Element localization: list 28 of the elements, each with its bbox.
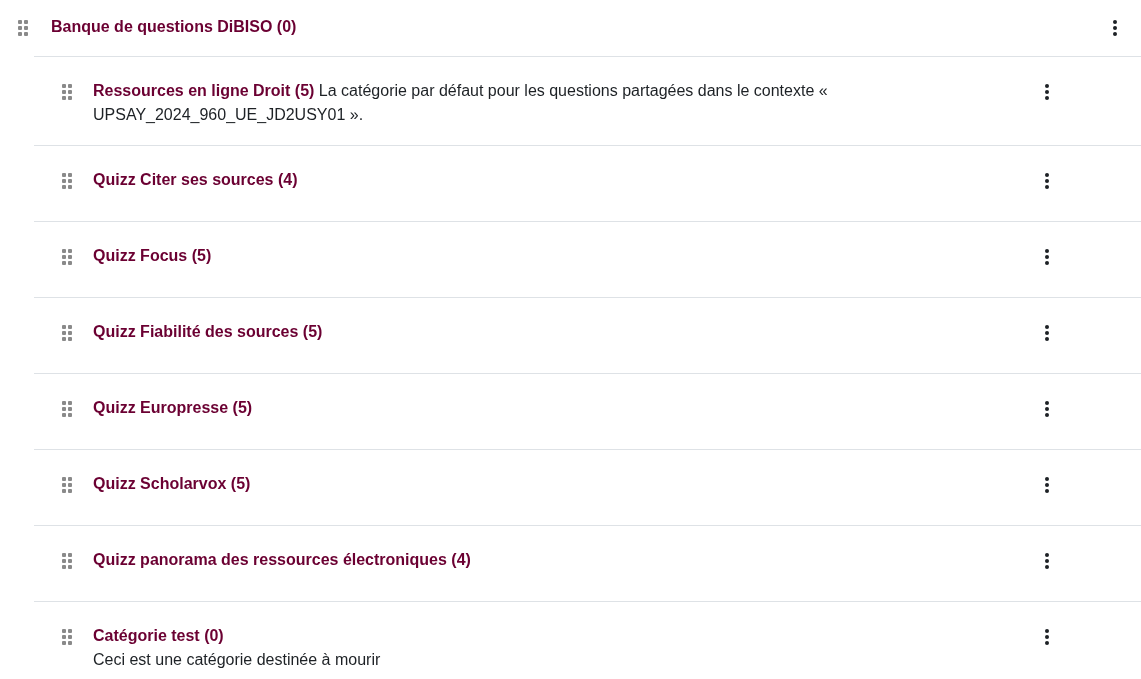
more-options-icon[interactable] bbox=[1045, 173, 1049, 189]
drag-handle-icon[interactable] bbox=[62, 477, 72, 493]
more-options-icon[interactable] bbox=[1113, 20, 1117, 36]
more-options-icon[interactable] bbox=[1045, 401, 1049, 417]
more-options-icon[interactable] bbox=[1045, 553, 1049, 569]
more-options-icon[interactable] bbox=[1045, 249, 1049, 265]
drag-handle-icon[interactable] bbox=[18, 20, 28, 36]
more-options-icon[interactable] bbox=[1045, 84, 1049, 100]
drag-handle-icon[interactable] bbox=[62, 249, 72, 265]
drag-handle-icon[interactable] bbox=[62, 629, 72, 645]
category-title: Quizz Focus (5) bbox=[93, 247, 212, 264]
drag-handle-icon[interactable] bbox=[62, 325, 72, 341]
drag-handle-icon[interactable] bbox=[62, 553, 72, 569]
category-title: Quizz Fiabilité des sources (5) bbox=[93, 323, 323, 340]
category-title: Banque de questions DiBISO (0) bbox=[51, 18, 297, 36]
category-description: Ceci est une catégorie destinée à mourir bbox=[93, 651, 381, 668]
category-title: Quizz Europresse (5) bbox=[93, 399, 253, 416]
category-title: Quizz Citer ses sources (4) bbox=[93, 171, 298, 188]
category-description: Ressources en ligne Droit (5) La catégorie par défaut pour les questions partagées dans le contexte « UPSAY_2024_960_UE_JD2USY01 ». bbox=[93, 81, 829, 125]
more-options-icon[interactable] bbox=[1045, 325, 1049, 341]
more-options-icon[interactable] bbox=[1045, 477, 1049, 493]
more-options-icon[interactable] bbox=[1045, 629, 1049, 645]
drag-handle-icon[interactable] bbox=[62, 173, 72, 189]
drag-handle-icon[interactable] bbox=[62, 84, 72, 100]
category-title: Catégorie test (0) bbox=[93, 627, 224, 644]
category-title: Quizz Scholarvox (5) bbox=[93, 475, 251, 492]
category-title: Quizz panorama des ressources électroniques (4) bbox=[93, 551, 471, 568]
drag-handle-icon[interactable] bbox=[62, 401, 72, 417]
